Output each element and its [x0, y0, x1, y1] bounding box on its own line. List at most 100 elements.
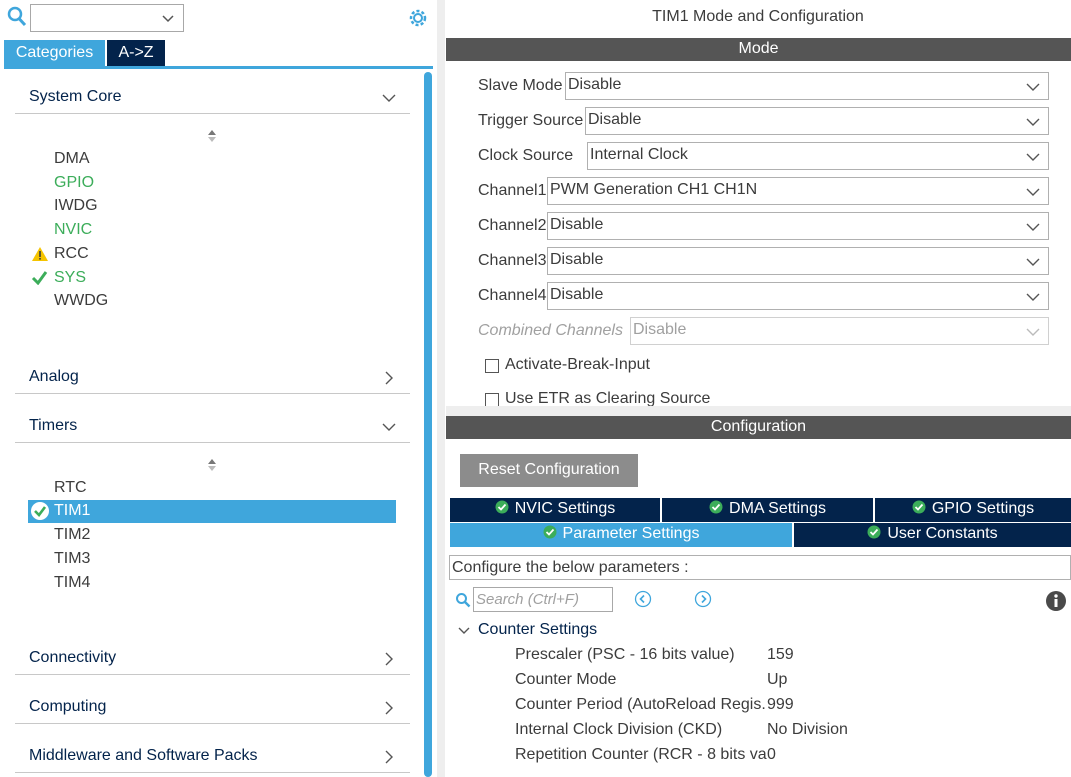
list-item-tim3[interactable]: TIM3: [54, 550, 90, 568]
clock-source-select[interactable]: Internal Clock: [587, 142, 1049, 170]
chevron-down-icon: [1026, 83, 1040, 91]
chevron-down-icon: [382, 94, 396, 102]
tab-dma-settings[interactable]: DMA Settings: [662, 498, 873, 522]
channel2-label: Channel2: [478, 217, 547, 234]
channel1-select[interactable]: PWM Generation CH1 CH1N: [547, 177, 1049, 205]
clock-source-label: Clock Source: [478, 147, 574, 164]
slave-mode-label: Slave Mode: [478, 77, 563, 94]
configuration-bar: Configuration: [446, 416, 1071, 439]
check-circle-icon: [912, 500, 926, 514]
category-label: Analog: [29, 368, 79, 385]
use-etr-checkbox[interactable]: [485, 393, 499, 407]
list-item-rcc[interactable]: RCC: [54, 245, 89, 263]
sort-icon[interactable]: [206, 458, 218, 472]
activate-break-input-label: Activate-Break-Input: [505, 356, 650, 373]
left-panel: Categories A->Z System Core DMA GPIO IWD…: [0, 0, 437, 777]
check-icon: [31, 271, 48, 285]
combined-channels-select: Disable: [630, 317, 1049, 345]
param-label: Repetition Counter (RCR - 8 bits va...: [515, 746, 767, 763]
select-value: Disable: [550, 286, 604, 303]
param-value[interactable]: 159: [767, 646, 794, 664]
warning-icon: [32, 247, 48, 261]
select-value: Disable: [588, 111, 642, 128]
chevron-down-icon: [1026, 258, 1040, 266]
tab-nvic-settings[interactable]: NVIC Settings: [450, 498, 660, 522]
category-connectivity[interactable]: Connectivity: [15, 649, 410, 675]
tab-label: NVIC Settings: [514, 500, 616, 517]
reset-configuration-button[interactable]: Reset Configuration: [460, 454, 638, 487]
check-circle-icon: [495, 500, 509, 514]
tab-user-constants[interactable]: User Constants: [794, 523, 1071, 547]
list-item-dma[interactable]: DMA: [54, 150, 90, 168]
tab-parameter-settings[interactable]: Parameter Settings: [450, 523, 792, 547]
check-circle-icon: [31, 502, 49, 520]
param-value[interactable]: No Division: [767, 721, 848, 739]
list-item-sys[interactable]: SYS: [54, 269, 86, 287]
chevron-right-icon: [385, 701, 393, 715]
category-system-core[interactable]: System Core: [15, 88, 410, 114]
tab-label: Parameter Settings: [562, 525, 700, 542]
chevron-down-icon: [1026, 188, 1040, 196]
category-timers[interactable]: Timers: [15, 417, 410, 443]
channel1-label: Channel1: [478, 182, 547, 199]
category-analog[interactable]: Analog: [15, 368, 410, 394]
select-value: Disable: [550, 216, 604, 233]
chevron-down-icon[interactable]: [457, 625, 471, 637]
list-item-gpio[interactable]: GPIO: [54, 174, 94, 192]
param-value[interactable]: 999: [767, 696, 794, 714]
previous-icon[interactable]: [634, 590, 652, 608]
category-label: Timers: [29, 417, 78, 434]
chevron-right-icon: [385, 652, 393, 666]
sort-icon[interactable]: [206, 129, 218, 143]
select-value: Disable: [633, 321, 687, 338]
chevron-down-icon: [1026, 223, 1040, 231]
right-panel: TIM1 Mode and Configuration Mode Slave M…: [445, 0, 1071, 777]
page-title: TIM1 Mode and Configuration: [652, 8, 864, 25]
param-value[interactable]: 0: [767, 746, 776, 764]
param-label: Internal Clock Division (CKD): [515, 721, 723, 738]
next-icon[interactable]: [694, 590, 712, 608]
list-item-iwdg[interactable]: IWDG: [54, 197, 98, 215]
left-scrollbar[interactable]: [424, 72, 432, 777]
chevron-down-icon: [1026, 153, 1040, 161]
category-label: Computing: [29, 698, 107, 715]
channel3-select[interactable]: Disable: [547, 247, 1049, 275]
chevron-right-icon: [385, 750, 393, 764]
chevron-down-icon: [382, 423, 396, 431]
category-middleware[interactable]: Middleware and Software Packs: [15, 747, 410, 773]
search-icon: [456, 593, 471, 608]
select-value: Disable: [568, 76, 622, 93]
category-label: Middleware and Software Packs: [29, 747, 258, 764]
channel4-select[interactable]: Disable: [547, 282, 1049, 310]
chevron-down-icon: [1026, 293, 1040, 301]
list-item-nvic[interactable]: NVIC: [54, 221, 92, 239]
list-item-wwdg[interactable]: WWDG: [54, 292, 108, 310]
list-item-tim2[interactable]: TIM2: [54, 526, 90, 544]
trigger-source-select[interactable]: Disable: [585, 107, 1049, 135]
config-description: Configure the below parameters :: [449, 555, 1071, 580]
list-item-tim4[interactable]: TIM4: [54, 574, 90, 592]
activate-break-input-checkbox[interactable]: [485, 359, 499, 373]
list-item-rtc[interactable]: RTC: [54, 479, 87, 497]
list-item-tim1[interactable]: TIM1: [54, 502, 90, 520]
channel3-label: Channel3: [478, 252, 547, 269]
channel2-select[interactable]: Disable: [547, 212, 1049, 240]
panel-divider[interactable]: [437, 0, 445, 777]
param-label: Counter Mode: [515, 671, 617, 688]
param-label: Prescaler (PSC - 16 bits value): [515, 646, 735, 663]
tab-gpio-settings[interactable]: GPIO Settings: [875, 498, 1071, 522]
slave-mode-select[interactable]: Disable: [565, 72, 1049, 100]
param-value[interactable]: Up: [767, 671, 787, 689]
check-circle-icon: [867, 525, 881, 539]
check-circle-icon: [543, 525, 557, 539]
chevron-down-icon: [1026, 118, 1040, 126]
select-value: PWM Generation CH1 CH1N: [550, 181, 758, 198]
category-computing[interactable]: Computing: [15, 698, 410, 724]
section-splitter[interactable]: [446, 406, 1071, 416]
channel4-label: Channel4: [478, 287, 547, 304]
tab-label: DMA Settings: [729, 500, 826, 517]
parameter-search-input[interactable]: Search (Ctrl+F): [473, 587, 613, 612]
info-icon[interactable]: [1045, 590, 1067, 612]
counter-settings-group[interactable]: Counter Settings: [478, 621, 597, 639]
category-label: Connectivity: [29, 649, 117, 666]
